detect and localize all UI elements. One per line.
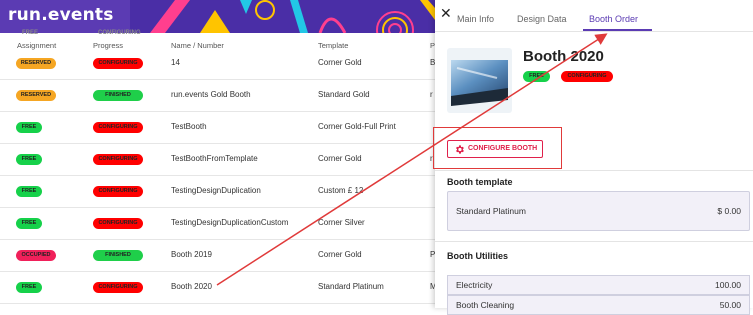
assignment-badge: FREE: [16, 218, 42, 229]
table-row[interactable]: FREE CONFIGURING TestBooth Corner Gold-Full…: [0, 112, 435, 144]
header-banner: run.events: [0, 0, 435, 33]
template-cell: Standard Platinum: [318, 282, 384, 291]
template-cell: Corner Gold-Full Print: [318, 122, 396, 131]
template-cell: Custom £ 12: [318, 186, 364, 195]
booth-title: Booth 2020: [523, 48, 604, 65]
booth-utilities-title: Booth Utilities: [447, 251, 508, 261]
progress-status-badge: CONFIGURING: [561, 71, 613, 82]
table-row[interactable]: FREE CONFIGURING TestingDesignDuplication C…: [0, 176, 435, 208]
booth-name-cell[interactable]: TestingDesignDuplicationCustom: [171, 218, 288, 227]
booth-thumbnail: [447, 48, 512, 113]
progress-badge: CONFIGURING: [93, 186, 143, 197]
booth-name-cell[interactable]: TestBoothFromTemplate: [171, 154, 258, 163]
configure-button-highlight: [433, 127, 562, 169]
assignment-status-badge: FREE: [523, 71, 550, 82]
template-price: $ 0.00: [717, 206, 741, 216]
table-row[interactable]: OCCUPIED FINISHED Booth 2019 Corner Gold P: [0, 240, 435, 272]
extra-cell: r: [430, 90, 433, 99]
booth-name-cell[interactable]: TestingDesignDuplication: [171, 186, 261, 195]
tab-main-info[interactable]: Main Info: [457, 14, 494, 24]
template-cell: Corner Gold: [318, 154, 362, 163]
section-divider: [435, 241, 753, 242]
template-cell: Corner Silver: [318, 218, 365, 227]
table-row[interactable]: FREE CONFIGURING TestingDesignDuplicationC…: [0, 208, 435, 240]
booth-template-box[interactable]: Standard Platinum $ 0.00: [447, 191, 750, 231]
table-row[interactable]: RESERVED CONFIGURING 14 Corner Gold B: [0, 48, 435, 80]
booth-name-cell[interactable]: 14: [171, 58, 180, 67]
booth-name-cell[interactable]: TestBooth: [171, 122, 207, 131]
booth-name-cell[interactable]: run.events Gold Booth: [171, 90, 251, 99]
template-cell: Standard Gold: [318, 90, 370, 99]
booth-template-title: Booth template: [447, 177, 513, 187]
progress-badge: CONFIGURING: [93, 282, 143, 293]
assignment-badge: RESERVED: [16, 90, 56, 101]
assignment-badge: FREE: [16, 154, 42, 165]
table-row[interactable]: RESERVED FINISHED run.events Gold Booth Sta…: [0, 80, 435, 112]
progress-badge: FINISHED: [93, 250, 143, 261]
booth-list-page: run.events FREE CONFIGURING Assignment P…: [0, 0, 435, 308]
booth-name-cell[interactable]: Booth 2019: [171, 250, 212, 259]
booth-image: [447, 48, 512, 113]
section-divider: [435, 170, 753, 171]
tab-booth-order[interactable]: Booth Order: [589, 14, 638, 24]
assignment-badge: OCCUPIED: [16, 250, 56, 261]
utility-value: 100.00: [715, 280, 741, 290]
progress-badge: CONFIGURING: [93, 218, 143, 229]
utility-item[interactable]: Booth Cleaning 50.00: [447, 295, 750, 315]
assignment-badge: RESERVED: [16, 58, 56, 69]
template-cell: Corner Gold: [318, 58, 362, 67]
tabs-divider: [435, 31, 753, 32]
progress-badge: CONFIGURING: [93, 154, 143, 165]
table-row[interactable]: FREE CONFIGURING TestBoothFromTemplate Corn…: [0, 144, 435, 176]
hdr-top-assignment: FREE: [22, 30, 39, 36]
app-logo[interactable]: run.events: [8, 5, 114, 25]
assignment-badge: FREE: [16, 122, 42, 133]
utility-label: Booth Cleaning: [456, 300, 515, 310]
progress-badge: FINISHED: [93, 90, 143, 101]
tab-design-data[interactable]: Design Data: [517, 14, 567, 24]
assignment-badge: FREE: [16, 186, 42, 197]
utility-label: Electricity: [456, 280, 493, 290]
hdr-top-progress: CONFIGURING: [98, 30, 141, 36]
booth-name-cell[interactable]: Booth 2020: [171, 282, 212, 291]
progress-badge: CONFIGURING: [93, 58, 143, 69]
assignment-badge: FREE: [16, 282, 42, 293]
template-cell: Corner Gold: [318, 250, 362, 259]
utility-item[interactable]: Electricity 100.00: [447, 275, 750, 295]
template-name: Standard Platinum: [456, 206, 526, 216]
table-row[interactable]: FREE CONFIGURING Booth 2020 Standard Platin…: [0, 272, 435, 304]
utility-value: 50.00: [719, 300, 741, 310]
progress-badge: CONFIGURING: [93, 122, 143, 133]
close-icon[interactable]: ✕: [440, 6, 452, 20]
